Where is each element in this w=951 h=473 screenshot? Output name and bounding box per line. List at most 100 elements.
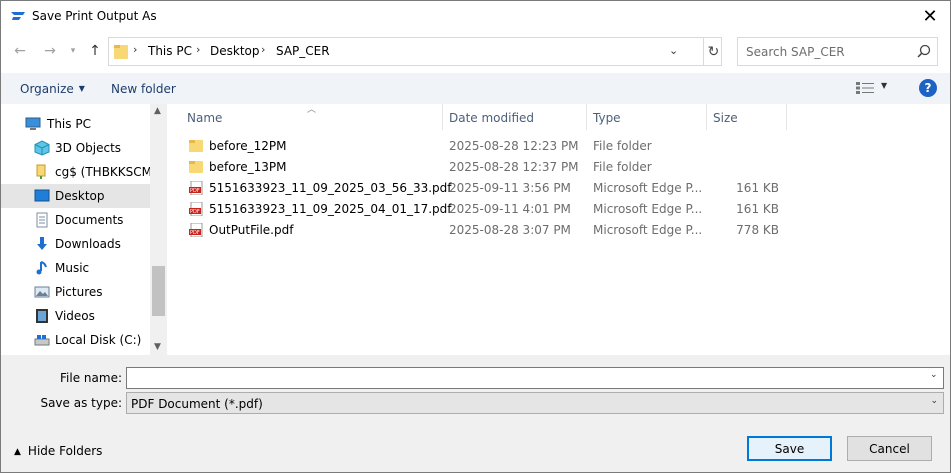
file-size: 161 KB [736,202,779,216]
column-label: Type [593,111,621,125]
nav-item-network-drive[interactable]: cg$ (THBKKSCMR [1,160,160,184]
file-size: 778 KB [736,223,779,237]
search-placeholder: Search SAP_CER [746,45,845,59]
search-input[interactable]: Search SAP_CER [737,37,938,66]
arrow-left-icon: ← [14,43,26,59]
file-type: File folder [593,139,652,153]
column-header-date[interactable]: Date modified [443,104,587,130]
close-button[interactable]: ✕ [910,1,950,31]
pdf-icon: PDF [189,202,203,216]
breadcrumb-sap-cer[interactable]: SAP_CER [276,44,330,58]
svg-text:PDF: PDF [190,188,200,194]
title-bar: Save Print Output As ✕ [1,1,950,31]
file-name-label: File name: [60,371,122,385]
breadcrumb-this-pc[interactable]: This PC [148,44,192,58]
network-drive-icon [36,164,46,179]
command-bar: Organize ▼ New folder ▼ ? [1,73,950,104]
file-row[interactable]: PDF OutPutFile.pdf 2025-08-28 3:07 PM Mi… [181,220,951,241]
help-icon[interactable]: ? [919,79,937,97]
folder-icon [189,161,203,173]
save-type-select[interactable]: PDF Document (*.pdf) ⌄ [126,392,944,414]
back-button[interactable]: ← [10,41,30,61]
nav-item-local-disk[interactable]: Local Disk (C:) [1,328,150,352]
file-type: File folder [593,160,652,174]
save-button[interactable]: Save [747,436,832,461]
file-row[interactable]: PDF 5151633923_11_09_2025_03_56_33.pdf 2… [181,178,951,199]
chevron-down-icon[interactable]: ⌄ [669,44,678,57]
nav-item-documents[interactable]: Documents [1,208,150,232]
column-label: Size [713,111,738,125]
nav-item-this-pc[interactable]: This PC [1,112,150,136]
save-dialog: Save Print Output As ✕ ← → ▾ ↑ › This PC… [0,0,951,473]
pdf-icon: PDF [189,223,203,237]
nav-label: Desktop [55,189,105,203]
pictures-icon [34,286,50,298]
nav-item-3d-objects[interactable]: 3D Objects [1,136,150,160]
file-row[interactable]: before_13PM 2025-08-28 12:37 PM File fol… [181,157,951,178]
arrow-right-icon: → [44,43,56,59]
app-icon [11,12,25,20]
nav-label: Documents [55,213,124,227]
new-folder-button[interactable]: New folder [111,82,176,96]
nav-item-downloads[interactable]: Downloads [1,232,150,256]
recent-locations-button[interactable]: ▾ [63,41,83,61]
address-bar[interactable]: › This PC › Desktop › SAP_CER ⌄ ↻ [108,37,722,66]
column-label: Date modified [449,111,535,125]
organize-menu[interactable]: Organize ▼ [20,82,85,96]
breadcrumb-separator: › [196,43,201,56]
scroll-down-icon[interactable]: ▼ [154,342,161,352]
save-type-label: Save as type: [40,396,122,410]
caret-down-icon: ▼ [78,84,85,93]
window-title: Save Print Output As [32,9,157,23]
file-date: 2025-09-11 3:56 PM [449,181,571,195]
file-name: before_12PM [209,139,287,153]
downloads-icon [37,237,47,250]
cancel-button[interactable]: Cancel [847,436,932,461]
scroll-up-icon[interactable]: ▲ [154,106,161,116]
column-header-size[interactable]: Size [707,104,787,130]
view-caret-down-icon[interactable]: ▼ [881,81,887,90]
nav-label: 3D Objects [55,141,122,155]
nav-label: cg$ (THBKKSCMR [55,165,161,179]
videos-icon [36,309,48,323]
refresh-button[interactable]: ↻ [703,38,723,65]
file-list: ︿ Name Date modified Type Size before_12… [167,104,950,355]
nav-label: Downloads [55,237,121,251]
column-header-type[interactable]: Type [587,104,707,130]
navigation-pane: This PC 3D Objects cg$ (THBKKSCMR Deskto… [1,104,167,355]
file-type: Microsoft Edge P... [593,223,703,237]
nav-label: This PC [47,117,91,131]
nav-item-desktop[interactable]: Desktop [1,184,150,208]
pdf-icon: PDF [189,181,203,195]
nav-scrollbar[interactable]: ▲ ▼ [150,104,167,355]
up-button[interactable]: ↑ [85,41,105,61]
hide-folders-toggle[interactable]: ▲ Hide Folders [14,444,102,458]
file-name: OutPutFile.pdf [209,223,294,237]
breadcrumb-separator: › [261,43,266,56]
file-date: 2025-08-28 12:37 PM [449,160,579,174]
disk-icon [34,335,50,346]
scroll-thumb[interactable] [152,266,165,316]
nav-item-music[interactable]: Music [1,256,150,280]
file-date: 2025-08-28 12:23 PM [449,139,579,153]
svg-text:PDF: PDF [190,230,200,236]
file-name-field[interactable] [126,367,944,389]
documents-icon [36,212,48,228]
breadcrumb-desktop[interactable]: Desktop [210,44,260,58]
column-header-name[interactable]: Name [181,104,443,130]
nav-label: Music [55,261,90,275]
nav-item-pictures[interactable]: Pictures [1,280,150,304]
file-row[interactable]: PDF 5151633923_11_09_2025_04_01_17.pdf 2… [181,199,951,220]
chevron-down-icon: ⌄ [930,396,938,406]
forward-button[interactable]: → [40,41,60,61]
column-label: Name [187,111,223,125]
file-type: Microsoft Edge P... [593,181,703,195]
view-options-icon[interactable] [856,82,874,94]
breadcrumb-separator: › [133,43,138,56]
chevron-down-icon[interactable]: ⌄ [930,370,938,380]
column-divider[interactable] [786,104,787,130]
file-row[interactable]: before_12PM 2025-08-28 12:23 PM File fol… [181,136,951,157]
nav-item-videos[interactable]: Videos [1,304,150,328]
save-form: File name: ⌄ Save as type: PDF Document … [1,355,950,472]
organize-label: Organize [20,82,74,96]
